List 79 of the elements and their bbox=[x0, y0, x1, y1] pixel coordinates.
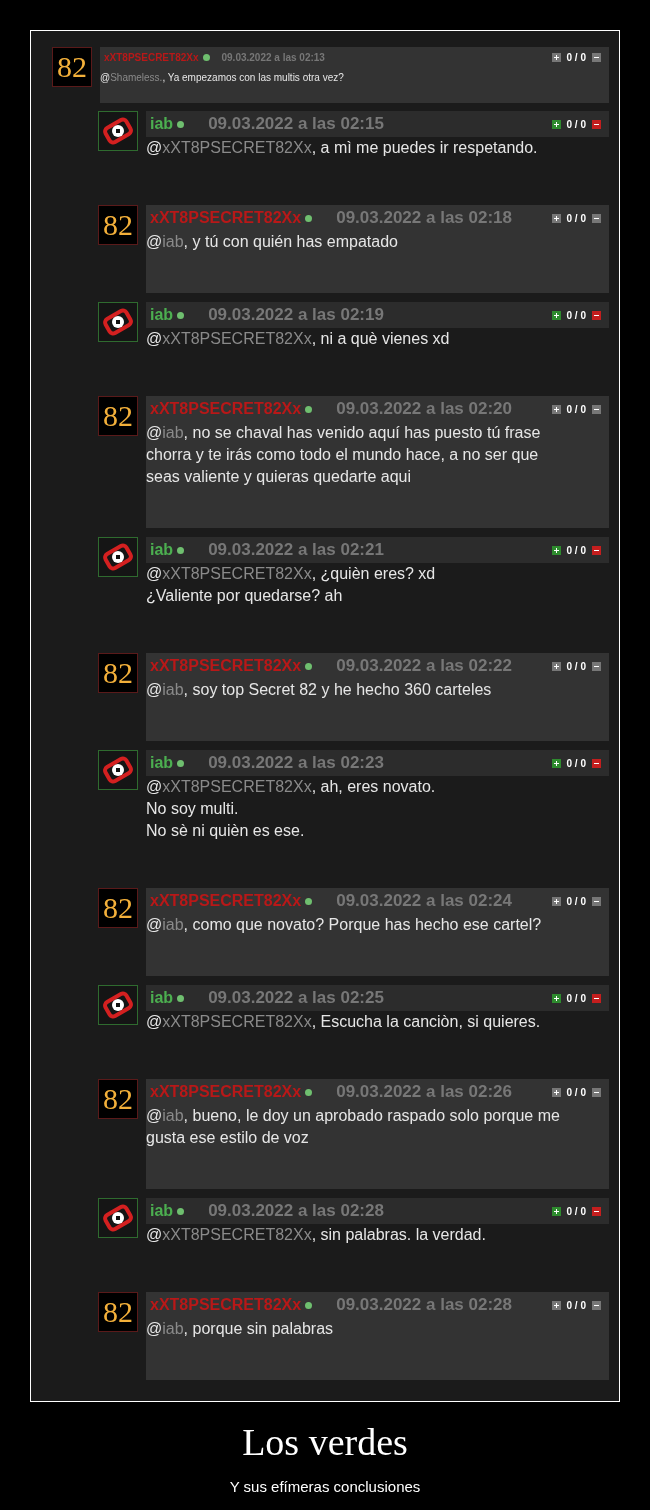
mention-link[interactable]: iab bbox=[162, 1107, 184, 1124]
vote-count: 0 / 0 bbox=[566, 659, 586, 674]
username-link[interactable]: iab bbox=[150, 986, 174, 1010]
mention-link[interactable]: xXT8PSECRET82Xx bbox=[162, 330, 312, 347]
comment-text: @xXT8PSECRET82Xx, sin palabras. la verdad. bbox=[146, 1225, 487, 1245]
username-link[interactable]: iab bbox=[150, 1199, 174, 1223]
vote-count: 0 / 0 bbox=[566, 991, 586, 1006]
comment-text: @Shameless., Ya empezamos con las multis otra vez? bbox=[100, 71, 345, 85]
mention-link[interactable]: xXT8PSECRET82Xx bbox=[162, 139, 312, 156]
mention-link[interactable]: xXT8PSECRET82Xx bbox=[162, 1013, 312, 1030]
comment-date: 09.03.2022 a las 02:28 bbox=[336, 1294, 512, 1317]
user-avatar: 82 bbox=[98, 888, 138, 928]
username-link[interactable]: iab bbox=[150, 751, 174, 775]
poster-subtitle: Y sus efímeras conclusiones bbox=[229, 1477, 421, 1497]
vote-count: 0 / 0 bbox=[566, 1085, 586, 1100]
comment-text: chorra y te irás como todo el mundo hace, a no ser que bbox=[146, 445, 540, 465]
vote-count: 0 / 0 bbox=[566, 1204, 586, 1219]
comment-text: No sè ni quièn es ese. bbox=[146, 821, 306, 841]
username-link[interactable]: xXT8PSECRET82Xx bbox=[150, 889, 302, 913]
username-link[interactable]: iab bbox=[150, 303, 174, 327]
user-avatar: 82 bbox=[52, 47, 92, 87]
vote-count: 0 / 0 bbox=[566, 543, 586, 558]
comment-text: gusta ese estilo de voz bbox=[146, 1128, 310, 1148]
comment-text: @iab, porque sin palabras bbox=[146, 1319, 335, 1339]
username-link[interactable]: xXT8PSECRET82Xx bbox=[150, 654, 302, 678]
comment-text: seas valiente y quieras quedarte aqui bbox=[146, 467, 413, 487]
username-link[interactable]: xXT8PSECRET82Xx bbox=[104, 49, 199, 65]
mention-link[interactable]: xXT8PSECRET82Xx bbox=[162, 778, 312, 795]
comment-date: 09.03.2022 a las 02:15 bbox=[208, 113, 384, 136]
comment-text: No soy multi. bbox=[146, 799, 240, 819]
comment-text: @xXT8PSECRET82Xx, ¿quièn eres? xd bbox=[146, 564, 437, 584]
mention-link[interactable]: iab bbox=[162, 233, 184, 250]
vote-count: 0 / 0 bbox=[566, 1298, 586, 1313]
mention-link[interactable]: iab bbox=[162, 681, 184, 698]
mention-link[interactable]: iab bbox=[162, 1320, 184, 1337]
username-link[interactable]: xXT8PSECRET82Xx bbox=[150, 1080, 302, 1104]
comment-date: 09.03.2022 a las 02:26 bbox=[336, 1081, 512, 1104]
comment-date: 09.03.2022 a las 02:28 bbox=[208, 1200, 384, 1223]
user-avatar: 82 bbox=[98, 205, 138, 245]
mention-link[interactable]: iab bbox=[162, 916, 184, 933]
vote-count: 0 / 0 bbox=[566, 308, 586, 323]
comment-date: 09.03.2022 a las 02:23 bbox=[208, 752, 384, 775]
username-link[interactable]: iab bbox=[150, 112, 174, 136]
comment-date: 09.03.2022 a las 02:21 bbox=[208, 539, 384, 562]
comment-text: @iab, bueno, le doy un aprobado raspado solo porque me bbox=[146, 1106, 561, 1126]
comment-text: @xXT8PSECRET82Xx, ah, eres novato. bbox=[146, 777, 437, 797]
mention-link[interactable]: xXT8PSECRET82Xx bbox=[162, 565, 312, 582]
username-link[interactable]: xXT8PSECRET82Xx bbox=[150, 206, 302, 230]
user-avatar: 82 bbox=[98, 1079, 138, 1119]
comment-date: 09.03.2022 a las 02:20 bbox=[336, 398, 512, 421]
comment-text: @iab, y tú con quién has empatado bbox=[146, 232, 399, 252]
vote-count: 0 / 0 bbox=[566, 117, 586, 132]
comment-date: 09.03.2022 a las 02:25 bbox=[208, 987, 384, 1010]
comment-text: ¿Valiente por quedarse? ah bbox=[146, 586, 344, 606]
comment-date: 09.03.2022 a las 02:19 bbox=[208, 304, 384, 327]
username-link[interactable]: iab bbox=[150, 538, 174, 562]
user-avatar: 82 bbox=[98, 1292, 138, 1332]
comment-date: 09.03.2022 a las 02:24 bbox=[336, 890, 512, 913]
comment-text: @xXT8PSECRET82Xx, ni a què vienes xd bbox=[146, 329, 451, 349]
mention-link[interactable]: xXT8PSECRET82Xx bbox=[162, 1226, 312, 1243]
comment-date: 09.03.2022 a las 02:18 bbox=[336, 207, 512, 230]
comment-date: 09.03.2022 a las 02:13 bbox=[221, 50, 325, 65]
mention-link[interactable]: iab bbox=[162, 424, 184, 441]
vote-count: 0 / 0 bbox=[566, 50, 586, 65]
comment-text: @iab, no se chaval has venido aquí has puesto tú frase bbox=[146, 423, 542, 443]
comment-date: 09.03.2022 a las 02:22 bbox=[336, 655, 512, 678]
user-avatar: 82 bbox=[98, 396, 138, 436]
vote-count: 0 / 0 bbox=[566, 402, 586, 417]
comment-text: @xXT8PSECRET82Xx, a mì me puedes ir respetando. bbox=[146, 138, 539, 158]
vote-count: 0 / 0 bbox=[566, 894, 586, 909]
poster-title: Los verdes bbox=[242, 1420, 408, 1464]
user-avatar: 82 bbox=[98, 653, 138, 693]
username-link[interactable]: xXT8PSECRET82Xx bbox=[150, 1293, 302, 1317]
comment-text: @iab, como que novato? Porque has hecho ese cartel? bbox=[146, 915, 543, 935]
username-link[interactable]: xXT8PSECRET82Xx bbox=[150, 397, 302, 421]
vote-count: 0 / 0 bbox=[566, 211, 586, 226]
comment-text: @iab, soy top Secret 82 y he hecho 360 carteles bbox=[146, 680, 493, 700]
comment-text: @xXT8PSECRET82Xx, Escucha la canciòn, si quieres. bbox=[146, 1012, 542, 1032]
vote-count: 0 / 0 bbox=[566, 756, 586, 771]
